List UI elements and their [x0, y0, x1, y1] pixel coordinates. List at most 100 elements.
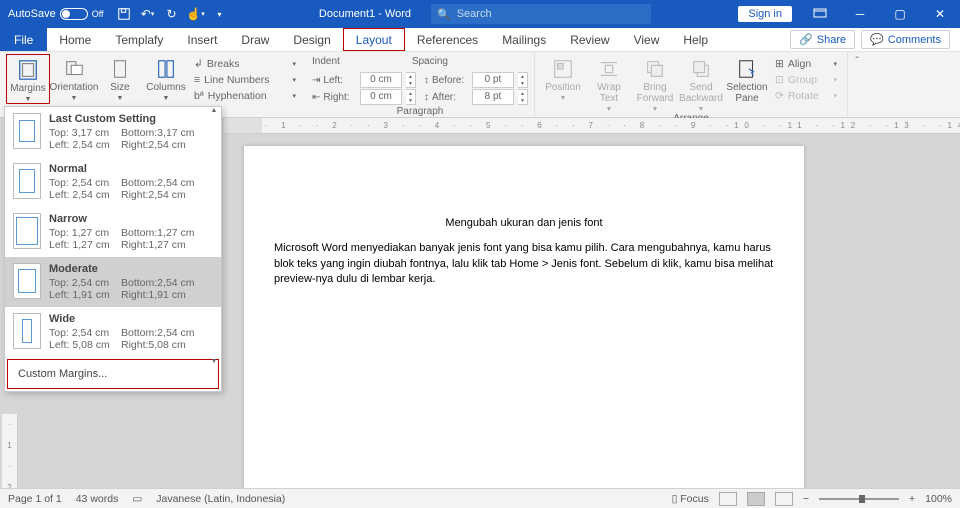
search-box[interactable]: 🔍 Search — [431, 4, 651, 24]
tab-review[interactable]: Review — [558, 28, 621, 51]
chevron-down-icon: ▾ — [292, 76, 296, 84]
tab-templafy[interactable]: Templafy — [103, 28, 175, 51]
focus-mode-button[interactable]: ▯ Focus — [672, 493, 709, 505]
position-button: Position▼ — [541, 54, 585, 102]
autosave-control[interactable]: AutoSave Off — [0, 8, 112, 20]
columns-button[interactable]: Columns ▼ — [144, 54, 188, 102]
indent-left-input[interactable]: 0 cm — [360, 72, 402, 88]
tab-mailings[interactable]: Mailings — [490, 28, 558, 51]
zoom-slider[interactable] — [819, 498, 899, 500]
sign-in-button[interactable]: Sign in — [738, 6, 792, 22]
quick-access-toolbar: ↶▾ ↻ ☝▾ ▾ — [112, 0, 232, 28]
margin-thumb-icon — [13, 263, 41, 299]
tab-layout[interactable]: Layout — [343, 28, 405, 51]
horizontal-ruler[interactable]: · · 1 · · 2 · · 3 · · 4 · · 5 · · 6 · · … — [224, 118, 960, 134]
save-icon[interactable] — [112, 0, 136, 28]
tab-home[interactable]: Home — [47, 28, 103, 51]
breaks-icon: ↲ — [194, 58, 203, 70]
zoom-level[interactable]: 100% — [925, 493, 952, 505]
margin-preset-wide[interactable]: WideTop: 2,54 cmBottom:2,54 cmLeft: 5,08… — [5, 307, 221, 357]
dropdown-scrollbar[interactable]: ▲▼ — [207, 107, 221, 365]
preset-title: Narrow — [49, 213, 213, 225]
chevron-down-icon: ▼ — [117, 95, 124, 102]
hyphenation-button[interactable]: bªHyphenation▾ — [190, 88, 300, 104]
margin-thumb-icon — [13, 163, 41, 199]
tab-design[interactable]: Design — [281, 28, 342, 51]
spacing-label: Spacing — [412, 54, 448, 69]
spacing-before-icon: ↕ — [424, 75, 429, 86]
spacing-after-spinner[interactable]: ▲▼ — [518, 89, 528, 105]
web-layout-icon[interactable] — [775, 492, 793, 506]
margin-preset-narrow[interactable]: NarrowTop: 1,27 cmBottom:1,27 cmLeft: 1,… — [5, 207, 221, 257]
line-numbers-button[interactable]: ≡Line Numbers▾ — [190, 72, 300, 88]
zoom-out-icon[interactable]: − — [803, 493, 809, 505]
margin-preset-last-custom-setting[interactable]: Last Custom SettingTop: 3,17 cmBottom:3,… — [5, 107, 221, 157]
comments-button[interactable]: 💬Comments — [861, 30, 950, 49]
proofing-icon[interactable]: ▭ — [132, 493, 142, 505]
line-numbers-icon: ≡ — [194, 74, 200, 86]
touch-mode-icon[interactable]: ☝▾ — [184, 0, 208, 28]
tab-draw[interactable]: Draw — [229, 28, 281, 51]
spacing-before-input[interactable]: 0 pt — [472, 72, 514, 88]
share-button[interactable]: 🔗Share — [790, 30, 855, 49]
chevron-down-icon: ▾ — [833, 92, 837, 100]
tab-references[interactable]: References — [405, 28, 490, 51]
ribbon-display-options-icon[interactable] — [800, 0, 840, 28]
selection-pane-button[interactable]: Selection Pane — [725, 54, 769, 104]
custom-margins-item[interactable]: Custom Margins... — [7, 359, 219, 389]
close-icon[interactable]: ✕ — [920, 0, 960, 28]
tab-help[interactable]: Help — [671, 28, 720, 51]
document-heading: Mengubah ukuran dan jenis font — [274, 216, 774, 231]
autosave-label: AutoSave — [8, 8, 56, 20]
vertical-ruler: ·1·2 — [2, 414, 18, 488]
preset-title: Moderate — [49, 263, 213, 275]
document-area: · · 1 · · 2 · · 3 · · 4 · · 5 · · 6 · · … — [224, 118, 960, 488]
group-icon: ⊡ — [775, 74, 784, 86]
tab-file[interactable]: File — [0, 28, 47, 51]
page-count[interactable]: Page 1 of 1 — [8, 493, 62, 505]
minimize-icon[interactable]: ─ — [840, 0, 880, 28]
word-count[interactable]: 43 words — [76, 493, 119, 505]
margins-button[interactable]: Margins ▼ — [6, 54, 50, 104]
read-mode-icon[interactable] — [719, 492, 737, 506]
document-page[interactable]: Mengubah ukuran dan jenis font Microsoft… — [244, 146, 804, 488]
collapse-ribbon-icon[interactable]: ˆ — [848, 52, 866, 117]
preset-title: Last Custom Setting — [49, 113, 213, 125]
indent-label: Indent — [312, 54, 340, 69]
margin-thumb-icon — [13, 113, 41, 149]
align-icon: ⊞ — [775, 58, 784, 70]
spacing-after-input[interactable]: 8 pt — [472, 89, 514, 105]
ribbon-tabs: File Home Templafy Insert Draw Design La… — [0, 28, 960, 52]
rotate-button: ⟳Rotate▾ — [771, 88, 841, 104]
indent-right-input[interactable]: 0 cm — [360, 89, 402, 105]
chevron-down-icon: ▼ — [652, 106, 659, 113]
margin-preset-normal[interactable]: NormalTop: 2,54 cmBottom:2,54 cmLeft: 2,… — [5, 157, 221, 207]
align-button[interactable]: ⊞Align▾ — [771, 56, 841, 72]
search-icon: 🔍 — [437, 8, 451, 21]
margin-thumb-icon — [13, 213, 41, 249]
size-button[interactable]: Size ▼ — [98, 54, 142, 102]
group-button: ⊡Group▾ — [771, 72, 841, 88]
tab-insert[interactable]: Insert — [175, 28, 229, 51]
document-title: Document1 - Word — [319, 8, 411, 20]
wrap-text-button: Wrap Text▼ — [587, 54, 631, 113]
undo-icon[interactable]: ↶▾ — [136, 0, 160, 28]
redo-icon[interactable]: ↻ — [160, 0, 184, 28]
share-icon: 🔗 — [799, 33, 813, 46]
autosave-toggle[interactable] — [60, 8, 88, 20]
breaks-button[interactable]: ↲Breaks▾ — [190, 56, 300, 72]
qat-customize-icon[interactable]: ▾ — [208, 0, 232, 28]
print-layout-icon[interactable] — [747, 492, 765, 506]
zoom-in-icon[interactable]: + — [909, 493, 915, 505]
indent-left-spinner[interactable]: ▲▼ — [406, 72, 416, 88]
chevron-down-icon: ▾ — [833, 60, 837, 68]
comment-icon: 💬 — [870, 33, 884, 46]
spacing-before-spinner[interactable]: ▲▼ — [518, 72, 528, 88]
tab-view[interactable]: View — [622, 28, 672, 51]
send-backward-button: Send Backward▼ — [679, 54, 723, 113]
margin-preset-moderate[interactable]: ModerateTop: 2,54 cmBottom:2,54 cmLeft: … — [5, 257, 221, 307]
indent-right-spinner[interactable]: ▲▼ — [406, 89, 416, 105]
maximize-icon[interactable]: ▢ — [880, 0, 920, 28]
language-status[interactable]: Javanese (Latin, Indonesia) — [156, 493, 285, 505]
orientation-button[interactable]: Orientation ▼ — [52, 54, 96, 102]
